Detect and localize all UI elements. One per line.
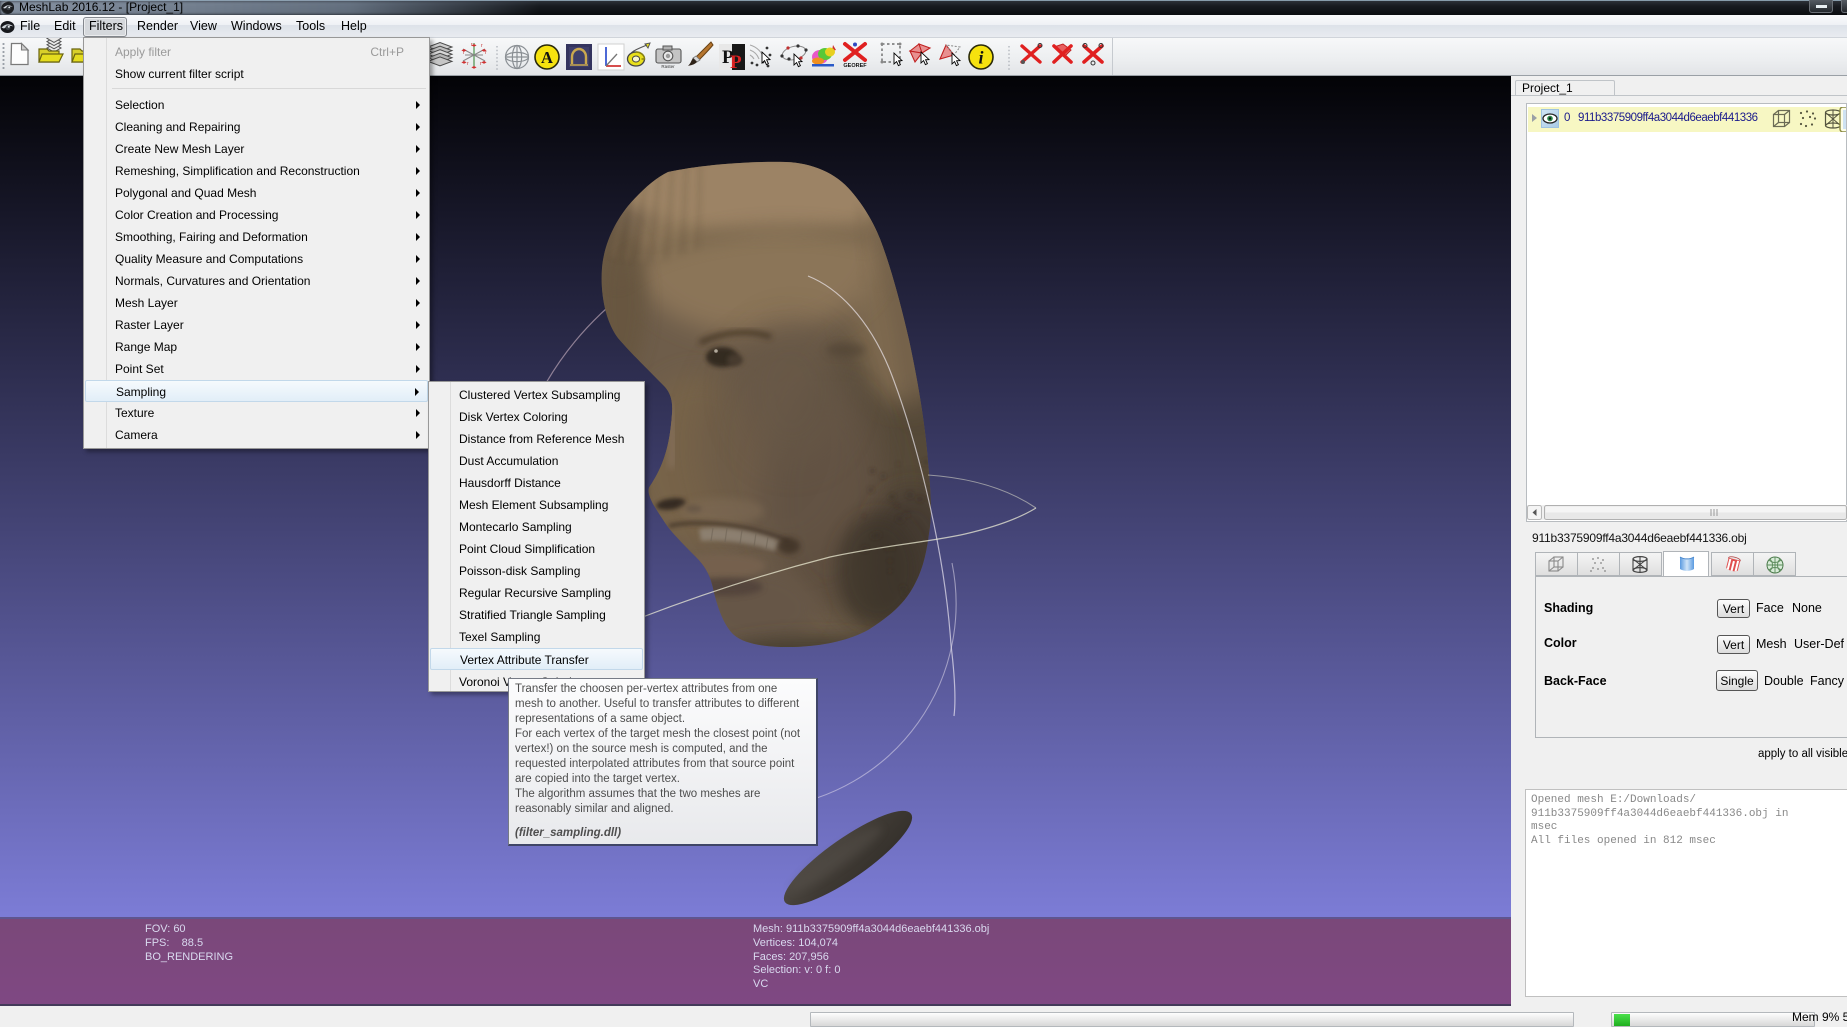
svg-text:r: r [480, 61, 482, 67]
svg-text:A: A [541, 48, 553, 67]
svg-text:i: i [978, 48, 983, 68]
svg-text:r: r [481, 43, 483, 49]
svg-text:r: r [485, 50, 487, 56]
svg-text:P: P [730, 52, 742, 73]
svg-text:GEOREF: GEOREF [843, 63, 867, 69]
svg-text:Raster: Raster [661, 64, 675, 69]
svg-text:r: r [467, 61, 469, 67]
